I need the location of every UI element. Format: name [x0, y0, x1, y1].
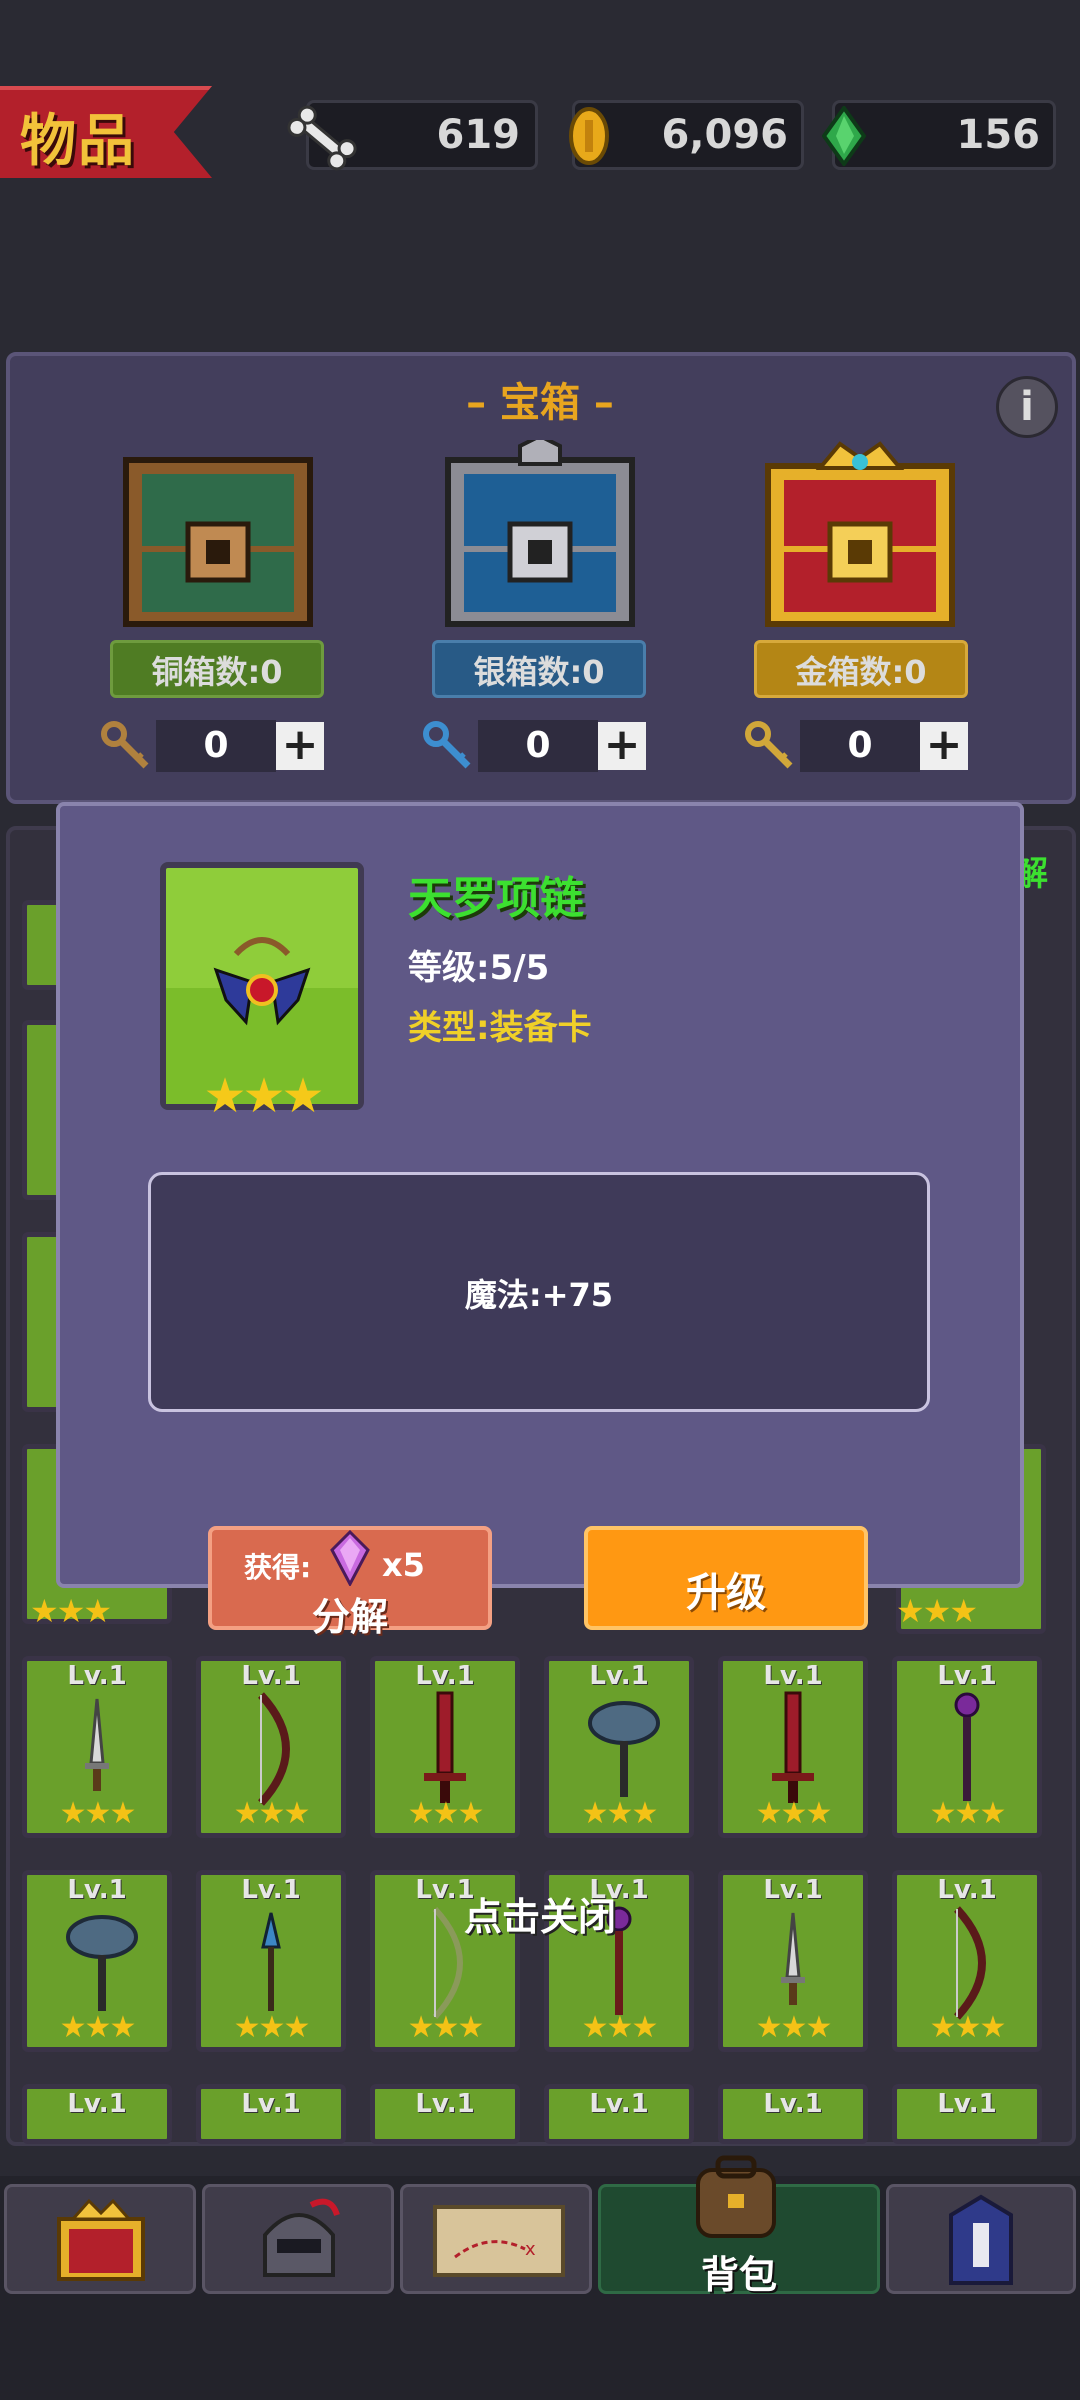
- dagger-icon: [85, 1698, 109, 1791]
- nav-tab-map[interactable]: x: [400, 2184, 592, 2294]
- decompose-label: 分解: [311, 1595, 388, 1639]
- item-stat-magic: 魔法:+75: [464, 1276, 614, 1314]
- inventory-card[interactable]: Lv.1 ★★★: [544, 1656, 694, 1838]
- decompose-gain-label: 获得:: [244, 1551, 312, 1584]
- inventory-card[interactable]: Lv.1: [544, 2084, 694, 2144]
- bronze-chest-count: 铜箱数:0: [110, 640, 324, 698]
- nav-tab-tower[interactable]: [886, 2184, 1076, 2294]
- svg-text:x: x: [525, 2239, 536, 2260]
- card-stars: ★★★: [896, 1592, 978, 1630]
- nav-tab-hero[interactable]: [202, 2184, 394, 2294]
- chest-tab-icon: [57, 2198, 145, 2281]
- silver-key-icon: [423, 721, 471, 769]
- decompose-gain-amount: x5: [382, 1546, 425, 1584]
- sword-icon: [772, 1691, 814, 1803]
- inventory-card[interactable]: Lv.1: [22, 2084, 172, 2144]
- gold-coin-icon: [569, 107, 609, 165]
- gold-key-count: 0: [800, 720, 920, 772]
- mace-icon: [588, 1701, 660, 1797]
- gold-chest-icon[interactable]: [760, 440, 960, 630]
- tap-to-close-hint[interactable]: 点击关闭: [0, 1886, 1080, 1941]
- inventory-card[interactable]: Lv.1 ★★★: [22, 1656, 172, 1838]
- silver-chest-count: 银箱数:0: [432, 640, 646, 698]
- inventory-card[interactable]: Lv.1: [718, 2084, 868, 2144]
- bronze-key-count: 0: [156, 720, 276, 772]
- item-level: 等级:5/5: [408, 948, 550, 988]
- bone-icon: [287, 105, 357, 171]
- upgrade-label: 升级: [686, 1570, 766, 1616]
- inventory-card[interactable]: Lv.1: [892, 2084, 1042, 2144]
- bronze-chest-icon[interactable]: [118, 440, 318, 630]
- map-tab-icon: x: [433, 2205, 565, 2277]
- necklace-icon: [213, 937, 311, 1026]
- purple-crystal-icon: [330, 1530, 370, 1586]
- add-gold-key-button[interactable]: +: [920, 722, 968, 770]
- bronze-key-icon: [101, 721, 149, 769]
- inventory-card[interactable]: Lv.1: [196, 2084, 346, 2144]
- chest-panel-title: – 宝箱 –: [466, 380, 614, 426]
- nav-tab-backpack-label: 背包: [700, 2253, 777, 2297]
- gold-count: 6,096: [661, 112, 788, 158]
- sword-icon: [424, 1691, 466, 1803]
- item-name: 天罗项链: [408, 873, 584, 924]
- helmet-tab-icon: [263, 2198, 340, 2277]
- item-type: 类型:装备卡: [408, 1008, 592, 1048]
- bone-count: 619: [436, 112, 521, 158]
- info-button[interactable]: i: [996, 376, 1058, 438]
- gold-chest-count: 金箱数:0: [754, 640, 968, 698]
- backpack-tab-icon: [696, 2155, 776, 2238]
- item-star-rating: ★★★: [203, 1068, 324, 1124]
- nav-tab-chest[interactable]: [4, 2184, 196, 2294]
- silver-chest-icon[interactable]: [440, 440, 640, 630]
- gold-key-icon: [745, 721, 793, 769]
- add-bronze-key-button[interactable]: +: [276, 722, 324, 770]
- inventory-card[interactable]: Lv.1: [370, 2084, 520, 2144]
- inventory-card[interactable]: Lv.1 ★★★: [370, 1656, 520, 1838]
- gem-count: 156: [956, 112, 1041, 158]
- inventory-card[interactable]: Lv.1 ★★★: [718, 1656, 868, 1838]
- inventory-card[interactable]: Lv.1 ★★★: [892, 1656, 1042, 1838]
- tower-tab-icon: [949, 2194, 1013, 2285]
- green-gem-icon: [822, 106, 866, 166]
- inventory-card[interactable]: Lv.1 ★★★: [196, 1656, 346, 1838]
- bow-icon: [258, 1692, 290, 1806]
- card-stars: ★★★: [30, 1592, 112, 1630]
- add-silver-key-button[interactable]: +: [598, 722, 646, 770]
- staff-icon: [954, 1692, 980, 1801]
- page-title: 物品: [20, 109, 136, 174]
- silver-key-count: 0: [478, 720, 598, 772]
